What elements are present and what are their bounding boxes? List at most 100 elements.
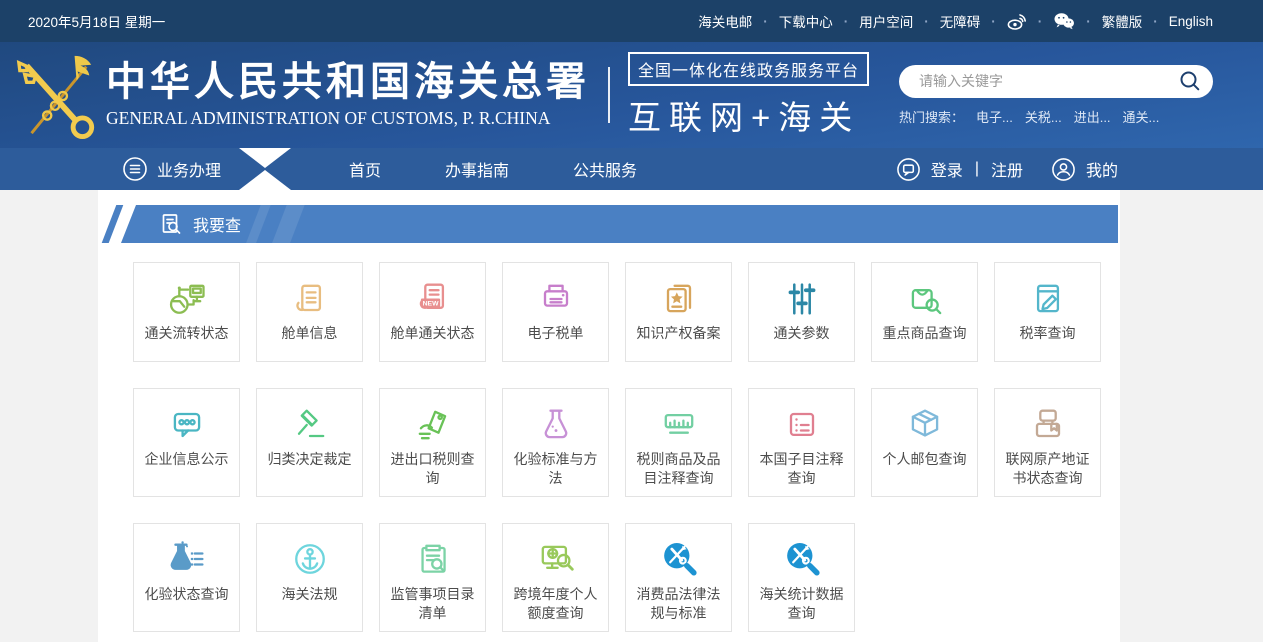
clipboard-search-icon [411,536,455,583]
globe-monitor-icon [165,275,209,322]
register-link[interactable]: 注册 [991,157,1023,181]
slogan-main: 互联网+海关 [628,91,869,139]
service-card-label: 海关法规 [282,585,338,604]
card-clearance-parameters[interactable]: 通关参数 [748,262,855,362]
card-ipr-registration[interactable]: 知识产权备案 [625,262,732,362]
speech-bubble-icon [165,401,209,448]
monitor-search-icon [534,536,578,583]
bar-stripe [269,205,307,243]
separator-dot: · [763,14,768,29]
section-bar-decoration [102,205,124,243]
hot-search-item[interactable]: 通关... [1123,107,1160,126]
stats-search-icon [657,536,701,583]
my-account-link[interactable]: 我的 [1086,157,1118,181]
top-link-user-space[interactable]: 用户空间 [859,11,913,31]
top-link-download-center[interactable]: 下载中心 [779,11,833,31]
book-pencil-icon [1026,275,1070,322]
card-electronic-tax-bill[interactable]: 电子税单 [502,262,609,362]
separator-dot: · [1153,14,1158,29]
sliders-icon [780,275,824,322]
site-title-chinese: 中华人民共和国海关总署 [106,61,590,103]
card-lab-standards-methods[interactable]: 化验标准与方法 [502,388,609,497]
card-tariff-rate-query[interactable]: 税率查询 [994,262,1101,362]
card-clearance-flow-status[interactable]: 通关流转状态 [133,262,240,362]
card-lab-status-query[interactable]: 化验状态查询 [133,523,240,632]
service-card-label: 消费品法律法规与标准 [635,585,723,623]
main-nav: 业务办理 首页 办事指南 公共服务 登录 | 注册 我的 [0,148,1263,190]
business-menu-button[interactable]: 业务办理 [122,156,221,182]
site-title-block: 中华人民共和国海关总署 GENERAL ADMINISTRATION OF CU… [106,61,590,129]
card-supervision-catalog-list[interactable]: 监管事项目录清单 [379,523,486,632]
top-link-english[interactable]: English [1169,14,1213,29]
printer-icon [534,275,578,322]
service-card-label: 化验标准与方法 [512,450,600,488]
wechat-icon[interactable] [1053,12,1075,30]
content-panel: 我要查 通关流转状态 [98,190,1120,642]
card-manifest-info[interactable]: 舱单信息 [256,262,363,362]
flask-list-icon [165,536,209,583]
top-link-accessibility[interactable]: 无障碍 [940,11,981,31]
card-classification-ruling[interactable]: 归类决定裁定 [256,388,363,497]
card-manifest-clearance-status[interactable]: NEW 舱单通关状态 [379,262,486,362]
service-card-label: 联网原产地证书状态查询 [1004,450,1092,488]
service-card-label: 通关流转状态 [145,324,229,343]
gavel-icon [288,401,332,448]
search-box[interactable] [899,65,1213,98]
slogan-block: 全国一体化在线政务服务平台 互联网+海关 [628,52,869,139]
separator-dot: · [1038,14,1043,29]
weibo-icon[interactable] [1007,13,1027,30]
card-origin-certificate-status[interactable]: 联网原产地证书状态查询 [994,388,1101,497]
search-input[interactable] [917,72,1179,90]
card-consumer-law-standards[interactable]: 消费品法律法规与标准 [625,523,732,632]
service-card-label: 本国子目注释查询 [758,450,846,488]
service-card-label: 舱单信息 [282,324,338,343]
section-title-group: 我要查 [159,212,241,236]
card-import-export-tariff-query[interactable]: 进出口税则查询 [379,388,486,497]
hamburger-menu-icon [122,156,148,182]
customs-emblem-logo [12,51,100,139]
anchor-icon [288,536,332,583]
separator-dot: · [844,14,849,29]
card-enterprise-info[interactable]: 企业信息公示 [133,388,240,497]
card-personal-parcel-query[interactable]: 个人邮包查询 [871,388,978,497]
card-key-commodity-query[interactable]: 重点商品查询 [871,262,978,362]
nav-item-home[interactable]: 首页 [349,157,381,181]
service-card-label: 税则商品及品目注释查询 [635,450,723,488]
section-header-bar: 我要查 [121,205,1118,243]
stats-search-icon [780,536,824,583]
top-link-customs-mail[interactable]: 海关电邮 [698,11,752,31]
service-card-label: 企业信息公示 [145,450,229,469]
card-domestic-subheading-notes[interactable]: 本国子目注释查询 [748,388,855,497]
service-card-label: 个人邮包查询 [883,450,967,469]
nav-item-service-guide[interactable]: 办事指南 [445,157,509,181]
flask-icon [534,401,578,448]
header-divider [608,67,610,123]
card-customs-statistics-query[interactable]: 海关统计数据查询 [748,523,855,632]
stamp-icon [1026,401,1070,448]
hot-search-row: 热门搜索： 电子... 关税... 进出... 通关... [899,107,1213,126]
service-card-label: 跨境年度个人额度查询 [512,585,600,623]
service-card-label: 税率查询 [1020,324,1076,343]
hot-search-item[interactable]: 进出... [1074,107,1111,126]
booklet-new-icon: NEW [411,275,455,322]
service-card-label: 化验状态查询 [145,585,229,604]
service-card-label: 归类决定裁定 [268,450,352,469]
top-link-traditional-chinese[interactable]: 繁體版 [1102,11,1143,31]
nav-item-public-service[interactable]: 公共服务 [573,157,637,181]
separator-dot: · [924,14,929,29]
search-icon[interactable] [1179,70,1201,92]
service-card-label: 重点商品查询 [883,324,967,343]
hot-search-item[interactable]: 电子... [976,107,1013,126]
top-bar: 2020年5月18日 星期一 海关电邮 · 下载中心 · 用户空间 · 无障碍 … [0,0,1263,42]
ruler-icon [657,401,701,448]
service-card-label: 电子税单 [528,324,584,343]
card-customs-regulations[interactable]: 海关法规 [256,523,363,632]
hot-search-item[interactable]: 关税... [1025,107,1062,126]
service-card-label: 进出口税则查询 [389,450,477,488]
list-icon [780,401,824,448]
bag-search-icon [903,275,947,322]
card-cross-border-annual-quota[interactable]: 跨境年度个人额度查询 [502,523,609,632]
card-tariff-commodity-notes-query[interactable]: 税则商品及品目注释查询 [625,388,732,497]
login-link[interactable]: 登录 [931,157,963,181]
section-title: 我要查 [193,212,241,236]
